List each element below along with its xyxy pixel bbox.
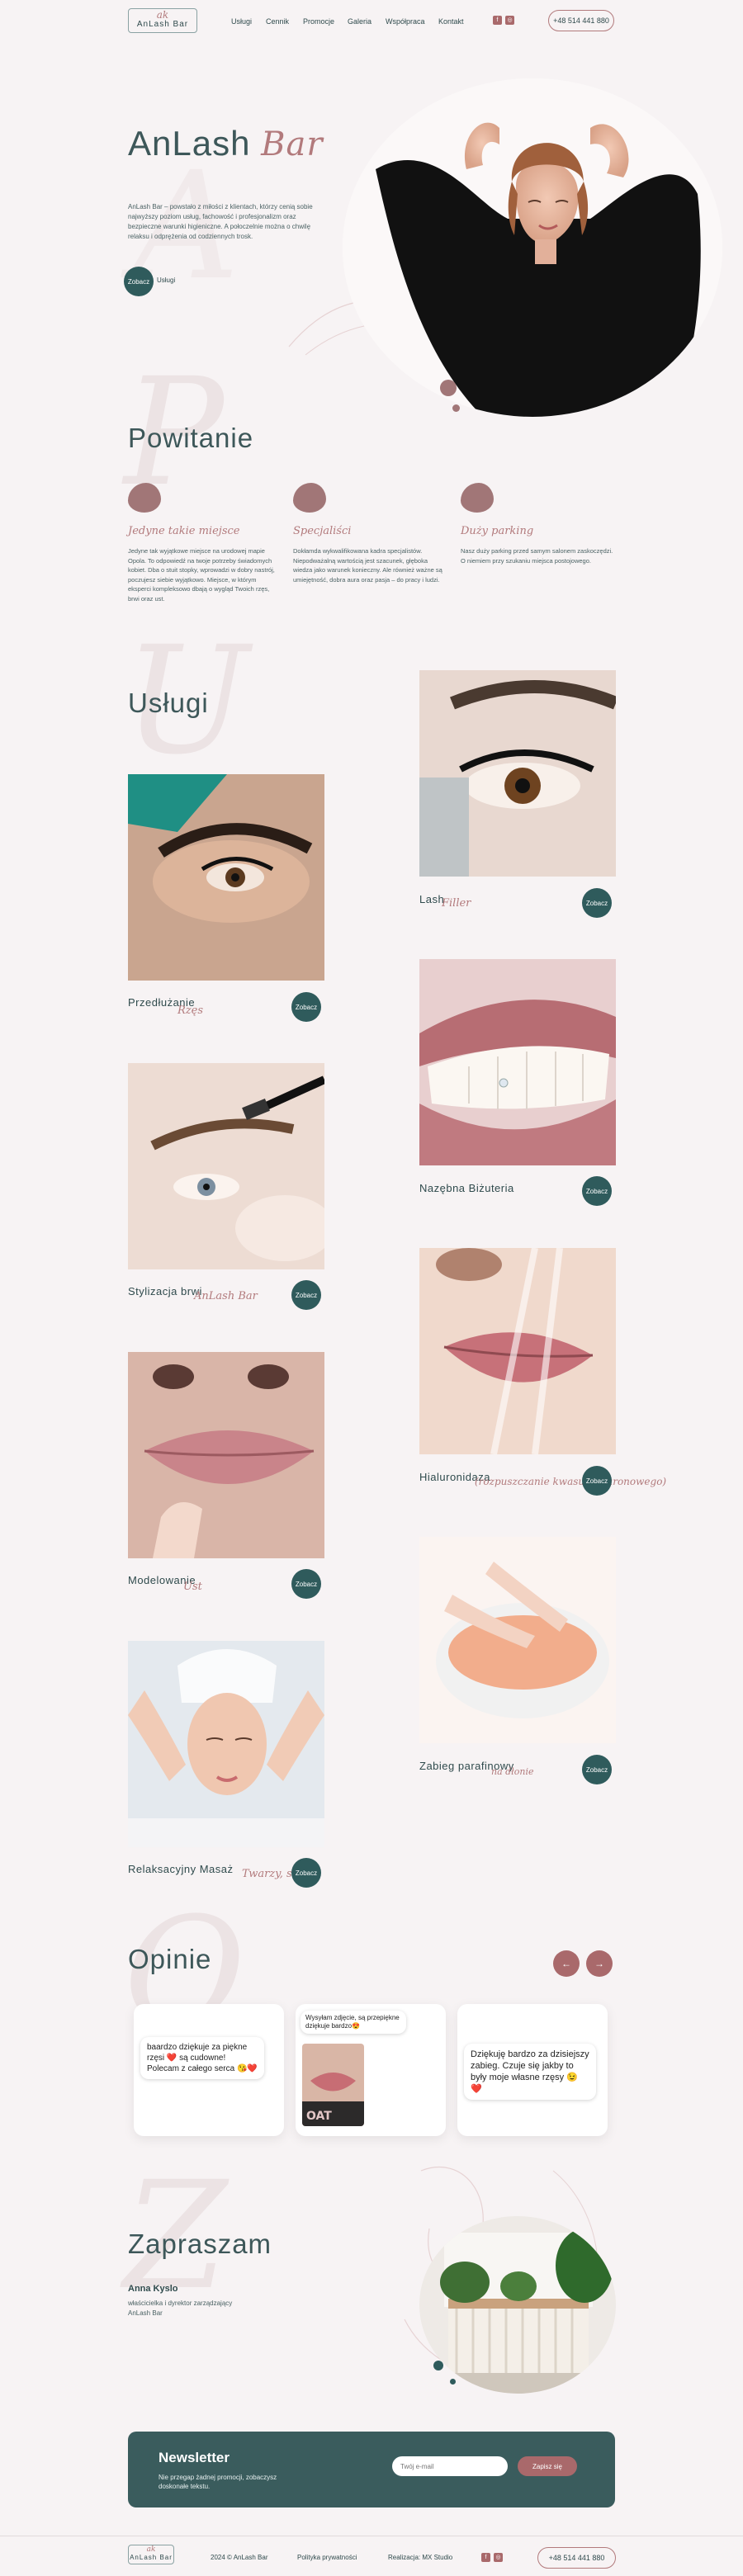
nav-promocje[interactable]: Promocje (303, 17, 334, 26)
footer-logo[interactable]: ak AnLash Bar (128, 2545, 174, 2564)
logo[interactable]: ak AnLash Bar (128, 8, 197, 33)
owner-role: właścicielka i dyrektor zarządzający AnL… (128, 2299, 233, 2317)
review-card-3: Dziękuję bardzo za dzisiejszy zabieg. Cz… (457, 2004, 608, 2136)
feature-title-3: Duży parking (461, 525, 534, 537)
feature-text-3: Nasz duży parking przed samym salonem za… (461, 547, 613, 565)
hero-description: AnLash Bar – powstało z miłości z klient… (128, 203, 313, 240)
footer-logo-mark: ak (146, 2545, 156, 2554)
service-button-5[interactable]: Zobacz (291, 1569, 321, 1599)
nav-cennik[interactable]: Cennik (266, 17, 289, 26)
review-card-1: baardzo dziękuje za piękne rzęsi ❤️ są c… (134, 2004, 284, 2136)
service-photo-paraffin (419, 1537, 616, 1743)
service-sub-3: AnLash Bar (194, 1290, 258, 1302)
newsletter-title: Newsletter (159, 2450, 230, 2465)
review-text-1: baardzo dziękuje za piękne rzęsi ❤️ są c… (140, 2037, 264, 2079)
service-button-8[interactable]: Zobacz (582, 1755, 612, 1784)
hero-title-main: AnLash (128, 124, 251, 163)
feature-text-1: Jedyne tak wyjątkowe miejsce na urodowej… (128, 547, 275, 603)
footer-copyright: 2024 © AnLash Bar (211, 2554, 268, 2561)
nav-uslugi[interactable]: Usługi (231, 17, 252, 26)
newsletter-box: Newsletter Nie przegap żadnej promocji, … (128, 2432, 615, 2507)
hero-cta-button[interactable]: Zobacz (124, 267, 154, 296)
hero-cta-label: Usługi (157, 277, 176, 284)
service-button-3[interactable]: Zobacz (291, 1280, 321, 1310)
hero-title-script: Bar (261, 125, 324, 163)
owner-name: Anna Kyslo (128, 2284, 178, 2294)
service-sub-2: Filler (442, 897, 471, 910)
feature-blob-2 (293, 483, 326, 513)
invite-dot-decoration-small (450, 2379, 456, 2385)
service-button-4[interactable]: Zobacz (582, 1176, 612, 1206)
service-photo-brow-styling (128, 1063, 324, 1269)
logo-mark: ak (156, 9, 169, 21)
footer-logo-name: AnLash Bar (130, 2554, 173, 2561)
review-card-2: Wysyłam zdjęcie, są przepiękne dziękuje … (296, 2004, 446, 2136)
service-name-4: Nazębna Biżuteria (419, 1182, 514, 1194)
footer-privacy-link[interactable]: Polityka prywatności (297, 2554, 357, 2561)
service-button-6[interactable]: Zobacz (582, 1466, 612, 1496)
service-name-2: Lash (419, 893, 445, 905)
feature-title-1: Jedyne takie miejsce (128, 525, 240, 537)
services-title: Usługi (128, 688, 209, 718)
feature-title-2: Specjaliści (293, 525, 352, 537)
phone-button[interactable]: +48 514 441 880 (548, 10, 614, 31)
newsletter-text: Nie przegap żadnej promocji, zobaczysz d… (159, 2474, 277, 2490)
service-sub-6: (rozpuszczanie kwasu hialuronowego) (475, 1476, 667, 1487)
feature-text-2: Dokłamda wykwalifikowana kadra specjalis… (293, 547, 442, 584)
service-button-7[interactable]: Zobacz (291, 1858, 321, 1888)
feature-blob-3 (461, 483, 494, 513)
service-sub-1: Rzęs (177, 1004, 204, 1017)
nav-galeria[interactable]: Galeria (348, 17, 372, 26)
salon-interior-photo (419, 2216, 616, 2394)
footer-instagram-icon[interactable]: ◎ (494, 2553, 503, 2562)
footer-realization: Realizacja: MX Studio (388, 2554, 453, 2561)
service-photo-lash-filler (419, 670, 616, 877)
nav-kontakt[interactable]: Kontakt (438, 17, 464, 26)
facebook-icon[interactable]: f (493, 16, 502, 25)
invite-title: Zapraszam (128, 2229, 272, 2259)
invite-dot-decoration (433, 2361, 443, 2370)
service-photo-face-massage (128, 1641, 324, 1847)
footer-facebook-icon[interactable]: f (481, 2553, 490, 2562)
review-photo-2: OAT (302, 2044, 364, 2126)
service-name-7: Relaksacyjny Masaż (128, 1863, 234, 1875)
logo-name: AnLash Bar (136, 20, 189, 29)
review-text-3: Dziękuję bardzo za dzisiejszy zabieg. Cz… (464, 2044, 596, 2100)
hero-title: AnLash Bar (128, 124, 324, 163)
service-photo-lip-modeling (128, 1352, 324, 1558)
service-photo-hyaluronidase (419, 1248, 616, 1454)
review-text-2: Wysyłam zdjęcie, są przepiękne dziękuje … (301, 2011, 406, 2034)
reviews-next-button[interactable]: → (586, 1950, 613, 1977)
service-sub-5: Ust (183, 1581, 202, 1593)
reviews-title: Opinie (128, 1944, 212, 1974)
newsletter-submit-button[interactable]: Zapisz się (518, 2456, 577, 2476)
service-photo-lash-extension (128, 774, 324, 981)
service-button-2[interactable]: Zobacz (582, 888, 612, 918)
reviews-prev-button[interactable]: ← (553, 1950, 580, 1977)
service-name-3: Stylizacja brwi (128, 1285, 202, 1297)
hero-dot-decoration (440, 380, 457, 396)
service-photo-tooth-jewelry (419, 959, 616, 1165)
feature-blob-1 (128, 483, 161, 513)
svg-text:OAT: OAT (306, 2110, 332, 2123)
instagram-icon[interactable]: ◎ (505, 16, 514, 25)
service-button-1[interactable]: Zobacz (291, 992, 321, 1022)
hero-dot-decoration-small (452, 404, 460, 412)
welcome-title: Powitanie (128, 423, 254, 453)
newsletter-email-input[interactable] (392, 2456, 508, 2476)
nav-wspolpraca[interactable]: Współpraca (386, 17, 425, 26)
hero-photo (343, 78, 722, 417)
service-sub-8: na dłonie (491, 1766, 534, 1777)
footer-phone-button[interactable]: +48 514 441 880 (537, 2547, 616, 2569)
